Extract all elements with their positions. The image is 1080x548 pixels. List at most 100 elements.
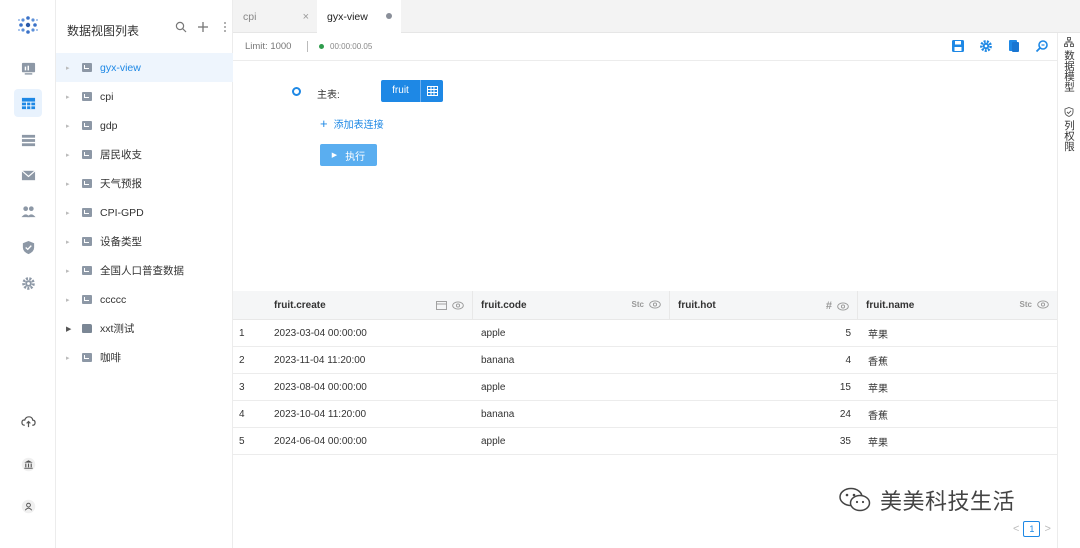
main-table-chip[interactable]: fruit	[381, 80, 443, 102]
next-page-button[interactable]: >	[1044, 523, 1050, 535]
tree-item-label: 设备类型	[100, 236, 142, 248]
tree-item-cpi-gpd[interactable]: ▸ CPI-GPD	[56, 198, 233, 227]
dataview-icon	[82, 121, 92, 130]
tree-item-gdp[interactable]: ▸ gdp	[56, 111, 233, 140]
app-logo[interactable]	[17, 14, 39, 36]
add-join-link[interactable]: + 添加表连接	[320, 116, 384, 131]
caret-icon: ▸	[66, 122, 70, 130]
eye-icon[interactable]	[452, 300, 464, 310]
row-number-header	[233, 291, 266, 320]
rail-permission-button[interactable]	[14, 233, 42, 261]
column-header-create[interactable]: fruit.create	[266, 291, 473, 320]
more-vertical-icon[interactable]	[218, 20, 232, 34]
dataview-icon	[82, 63, 92, 72]
caret-icon: ▸	[66, 151, 70, 159]
table-grid-icon[interactable]	[421, 80, 443, 102]
view-editor: 主表: fruit + 添加表连接 ▶ 执行	[233, 61, 1057, 291]
rail-dashboard-button[interactable]	[14, 54, 42, 82]
page-number-button[interactable]: 1	[1023, 521, 1041, 537]
column-header-name[interactable]: fruit.name Stc	[858, 291, 1057, 320]
tab-gyx-view[interactable]: gyx-view	[317, 0, 401, 33]
column-header-code[interactable]: fruit.code Stc	[473, 291, 670, 320]
tree-item-census[interactable]: ▸ 全国人口普查数据	[56, 256, 233, 285]
shield-check-icon	[1064, 107, 1074, 117]
dataview-icon	[82, 179, 92, 188]
dataview-icon	[82, 295, 92, 304]
column-permission-tab[interactable]: 列权限	[1062, 107, 1076, 152]
settings-icon[interactable]	[979, 39, 993, 53]
tab-label: gyx-view	[327, 10, 368, 23]
tree-item-device-type[interactable]: ▸ 设备类型	[56, 227, 233, 256]
eye-icon[interactable]	[1037, 300, 1049, 309]
rail-profile-button[interactable]	[14, 492, 42, 520]
tab-cpi[interactable]: cpi ×	[233, 0, 317, 33]
tree-item-label: gdp	[100, 119, 118, 132]
tab-label: cpi	[243, 10, 257, 23]
cell-create: 2024-06-04 00:00:00	[274, 436, 367, 447]
dataview-icon	[82, 150, 92, 159]
copy-icon[interactable]	[1007, 39, 1021, 53]
close-icon[interactable]: ×	[303, 11, 309, 23]
main-table-node-icon	[292, 87, 301, 96]
execution-time: 00:00:00.05	[319, 42, 372, 51]
add-join-label: 添加表连接	[333, 120, 384, 131]
caret-icon: ▸	[66, 238, 70, 246]
tree-item-label: cpi	[100, 90, 114, 103]
editor-tabs: cpi × gyx-view	[233, 0, 1080, 33]
rail-cloud-button[interactable]	[14, 407, 42, 435]
number-type-icon: #	[825, 300, 832, 312]
tree-item-label: gyx-view	[100, 61, 141, 74]
tree-folder-xxt[interactable]: ▶ xxt测试	[56, 314, 233, 343]
caret-icon: ▸	[66, 267, 70, 275]
limit-selector[interactable]: Limit: 1000	[245, 41, 291, 52]
table-row[interactable]: 5 2024-06-04 00:00:00 apple 35 苹果	[233, 428, 1057, 455]
rail-settings-button[interactable]	[14, 269, 42, 297]
expand-caret-icon[interactable]: ▶	[66, 325, 76, 333]
cell-name: 香蕉	[868, 411, 888, 422]
dataview-icon	[82, 266, 92, 275]
table-header: fruit.create fruit.code Stc fruit.hot #	[233, 291, 1057, 320]
app-window: 数据视图列表 ▸ gyx-view ▸ cpi ▸ gdp ▸ 居民收支 ▸ 天气预报 ▸…	[0, 0, 1080, 548]
table-row[interactable]: 4 2023-10-04 11:20:00 banana 24 香蕉	[233, 401, 1057, 428]
data-model-tab[interactable]: 数据模型	[1062, 37, 1076, 92]
calendar-icon	[436, 301, 447, 310]
table-row[interactable]: 3 2023-08-04 00:00:00 apple 15 苹果	[233, 374, 1057, 401]
tree-item-gyx-view[interactable]: ▸ gyx-view	[56, 53, 233, 82]
cell-hot: 4	[845, 355, 851, 366]
caret-icon: ▸	[66, 180, 70, 188]
row-number: 2	[239, 355, 245, 366]
tree-title: 数据视图列表	[67, 24, 140, 38]
tree-item-coffee[interactable]: ▸ 咖啡	[56, 343, 233, 372]
eye-icon[interactable]	[837, 301, 849, 311]
tree-item-cpi[interactable]: ▸ cpi	[56, 82, 233, 111]
main-table-name[interactable]: fruit	[381, 80, 421, 102]
column-header-hot[interactable]: fruit.hot #	[670, 291, 858, 320]
eye-icon[interactable]	[649, 300, 661, 309]
caret-icon: ▸	[66, 354, 70, 362]
row-number: 3	[239, 382, 245, 393]
rail-schedule-button[interactable]	[14, 161, 42, 189]
table-row[interactable]: 1 2023-03-04 00:00:00 apple 5 苹果	[233, 320, 1057, 347]
save-icon[interactable]	[951, 39, 965, 53]
tree-item-income[interactable]: ▸ 居民收支	[56, 140, 233, 169]
shield-icon	[22, 240, 34, 254]
execute-button[interactable]: ▶ 执行	[320, 144, 377, 166]
add-icon[interactable]	[196, 20, 210, 34]
tree-item-label: ccccc	[100, 293, 127, 306]
cell-name: 苹果	[868, 384, 888, 395]
search-icon[interactable]	[174, 20, 188, 34]
rail-bank-button[interactable]	[14, 450, 42, 478]
rail-dataview-button[interactable]	[14, 89, 42, 117]
tree-list: ▸ gyx-view ▸ cpi ▸ gdp ▸ 居民收支 ▸ 天气预报 ▸ CPI-GPD…	[56, 53, 233, 372]
rail-users-button[interactable]	[14, 197, 42, 225]
zoom-search-icon[interactable]	[1035, 39, 1049, 53]
hierarchy-icon	[1064, 37, 1074, 47]
row-number: 1	[239, 328, 245, 339]
table-row[interactable]: 2 2023-11-04 11:20:00 banana 4 香蕉	[233, 347, 1057, 374]
tree-item-ccccc[interactable]: ▸ ccccc	[56, 285, 233, 314]
rail-source-button[interactable]	[14, 126, 42, 154]
prev-page-button[interactable]: <	[1013, 523, 1019, 535]
mail-icon	[21, 169, 35, 180]
status-dot-icon	[319, 44, 324, 49]
tree-item-weather[interactable]: ▸ 天气预报	[56, 169, 233, 198]
